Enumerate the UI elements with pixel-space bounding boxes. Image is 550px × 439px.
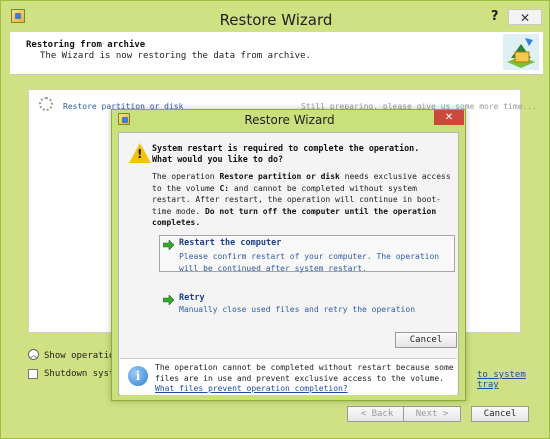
retry-option-description: Manually close used files and retry the … xyxy=(179,305,416,314)
help-icon[interactable]: ? xyxy=(491,9,499,24)
warning-question: What would you like to do? xyxy=(152,154,284,164)
warning-heading: System restart is required to complete t… xyxy=(152,143,420,153)
dialog-body-text: The operation Restore partition or disk … xyxy=(152,172,451,227)
restart-option-description: Please confirm restart of your computer.… xyxy=(179,252,440,273)
arrow-right-icon xyxy=(163,240,174,250)
cancel-button[interactable]: Cancel xyxy=(471,406,529,422)
wizard-graphic-icon xyxy=(503,34,539,70)
window-title: Restore Wizard xyxy=(219,11,333,29)
warning-icon-glyph: ! xyxy=(137,147,143,161)
files-info-link[interactable]: What files prevent operation completion? xyxy=(155,384,348,393)
info-panel: i The operation cannot be completed with… xyxy=(120,358,457,395)
restart-option-label[interactable]: Restart the computer xyxy=(179,238,281,248)
dialog-title: Restore Wizard xyxy=(244,113,335,127)
wizard-header: Restoring from archive The Wizard is now… xyxy=(10,32,543,75)
arrow-right-icon xyxy=(163,295,174,305)
spinner-icon xyxy=(39,97,53,111)
dialog-cancel-button[interactable]: Cancel xyxy=(395,332,457,348)
info-text: The operation cannot be completed withou… xyxy=(155,363,454,383)
dialog-content: ! System restart is required to complete… xyxy=(118,132,459,395)
info-icon: i xyxy=(128,366,148,386)
next-button[interactable]: Next > xyxy=(403,406,461,422)
retry-option-label[interactable]: Retry xyxy=(179,293,205,303)
restart-dialog: Restore Wizard ✕ ! System restart is req… xyxy=(111,109,466,401)
header-heading: Restoring from archive xyxy=(26,40,146,50)
close-button[interactable]: ✕ xyxy=(508,9,542,25)
title-bar[interactable]: Restore Wizard ? ✕ xyxy=(1,1,550,31)
chevron-up-icon[interactable]: ︿ xyxy=(28,349,39,360)
shutdown-checkbox[interactable] xyxy=(28,369,38,379)
header-subheading: The Wizard is now restoring the data fro… xyxy=(40,51,311,61)
back-button[interactable]: < Back xyxy=(347,406,407,422)
dialog-close-button[interactable]: ✕ xyxy=(434,110,464,125)
minimize-to-tray-link[interactable]: to system tray xyxy=(477,370,549,390)
